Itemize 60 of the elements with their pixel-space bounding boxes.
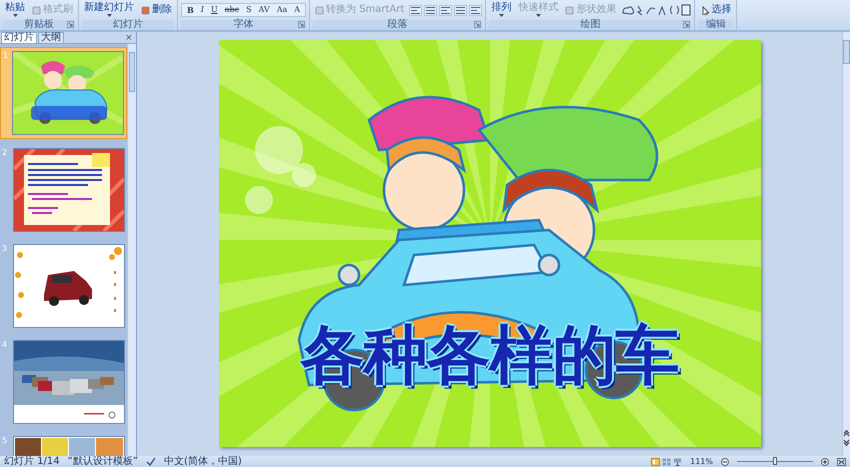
scroll-thumb[interactable]	[129, 52, 135, 92]
slide-sorter-icon	[662, 458, 672, 466]
format-button[interactable]: Aa	[274, 5, 290, 15]
align-icon	[409, 4, 422, 16]
caret-icon	[106, 14, 112, 17]
slider-thumb[interactable]	[773, 457, 777, 465]
pane-tab[interactable]: 幻灯片	[1, 32, 37, 43]
previous-slide-icon	[843, 430, 850, 437]
theme-name: “默认设计模板”	[68, 456, 138, 467]
scroll-thumb[interactable]	[843, 40, 850, 64]
ribbon-button[interactable]: 排列	[489, 3, 514, 17]
format-button[interactable]: A	[291, 5, 304, 15]
format-button[interactable]: I	[198, 5, 207, 15]
group-label: 绘图	[580, 20, 600, 30]
language: 中文(简体，中国)	[164, 456, 242, 467]
caret-icon	[536, 14, 541, 17]
spellcheck-icon	[146, 457, 156, 466]
slide-number: 2	[2, 148, 8, 157]
square-icon	[315, 6, 324, 14]
format-button[interactable]: B	[184, 5, 197, 15]
next-slide-icon	[843, 439, 850, 446]
align-icon	[469, 4, 482, 16]
caret-icon	[12, 14, 18, 17]
slide-number: 3	[2, 244, 8, 253]
format-button[interactable]: U	[208, 5, 221, 15]
slide-number: 5	[2, 436, 8, 445]
square-icon	[141, 6, 150, 14]
slide-number: 1	[3, 51, 10, 60]
ribbon-button[interactable]: 删除	[139, 5, 174, 15]
zoom-in-icon	[821, 458, 829, 466]
fit-to-window-icon	[837, 458, 846, 466]
normal-view-icon	[651, 458, 660, 466]
pane-tab[interactable]: 大纲	[38, 32, 64, 43]
caret-icon	[498, 14, 504, 17]
format-button[interactable]: AV	[256, 5, 273, 15]
shapes-icon	[621, 4, 692, 16]
group-label: 剪贴板	[24, 20, 54, 30]
ribbon-button[interactable]: 粘贴	[3, 3, 27, 17]
format-button[interactable]: abc	[222, 5, 242, 15]
ribbon-button[interactable]: 新建幻灯片	[82, 3, 136, 17]
scrollbar[interactable]	[127, 44, 136, 456]
slide-count: 幻灯片 1/14	[4, 456, 60, 467]
zoom-level: 111%	[690, 456, 713, 467]
align-icon	[454, 4, 468, 16]
scrollbar[interactable]	[842, 32, 850, 456]
group-label: 字体	[234, 20, 254, 30]
format-button[interactable]: S	[243, 5, 255, 15]
square-icon	[32, 6, 41, 14]
align-icon	[439, 4, 452, 16]
group-label: 编辑	[706, 20, 726, 30]
cursor-icon	[700, 6, 710, 14]
slideshow-icon	[673, 458, 682, 466]
ribbon-button[interactable]: 选择	[698, 5, 734, 15]
zoom-out-icon	[721, 458, 729, 466]
align-icon	[424, 4, 438, 16]
square-icon	[565, 6, 574, 14]
group-label: 段落	[388, 20, 408, 30]
group-label: 幻灯片	[113, 20, 143, 30]
close-button[interactable]: ×	[122, 33, 136, 43]
slide-number: 4	[2, 340, 8, 349]
